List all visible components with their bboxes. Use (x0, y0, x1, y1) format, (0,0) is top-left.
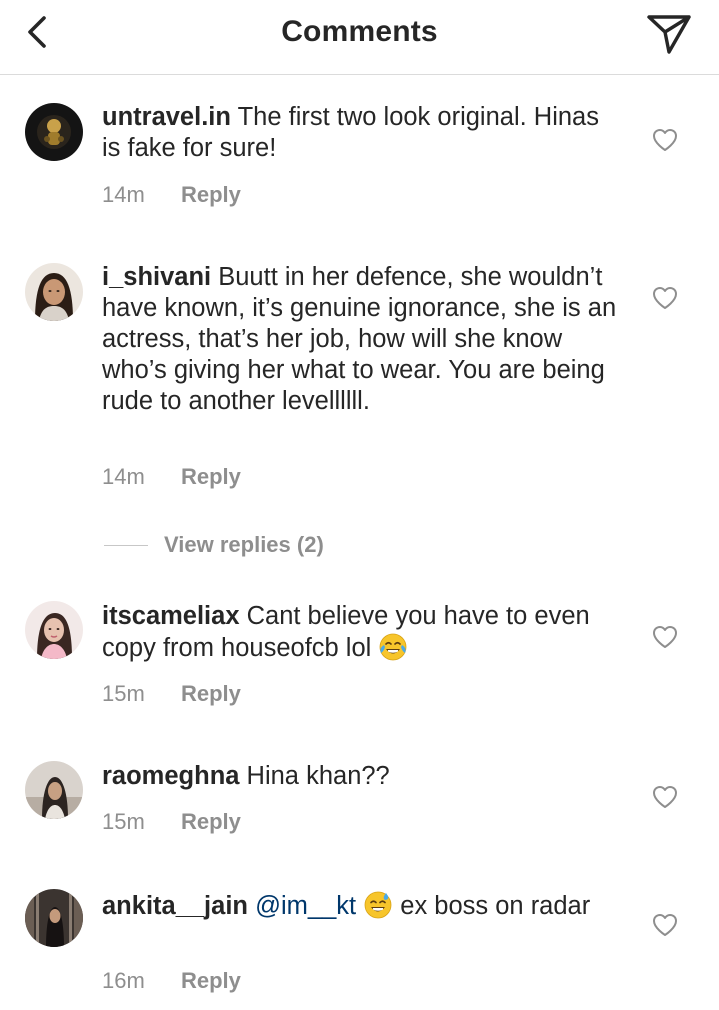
paper-plane-icon (647, 15, 691, 54)
comment-meta: 14m Reply (102, 464, 241, 490)
page-title: Comments (281, 15, 438, 48)
heart-icon (653, 786, 677, 808)
view-replies-label: View replies (2) (164, 532, 324, 557)
heart-icon (653, 287, 677, 309)
header-bar: Comments (0, 0, 719, 75)
comment-username[interactable]: raomeghna (102, 762, 239, 790)
comment-username[interactable]: i_shivani (102, 263, 211, 291)
avatar[interactable] (25, 263, 83, 321)
like-button[interactable] (651, 285, 679, 311)
avatar[interactable] (25, 103, 83, 161)
comment-meta: 14m Reply (102, 182, 241, 208)
comment-time: 16m (102, 968, 145, 993)
face-with-tears-of-joy-icon (380, 633, 407, 661)
reply-button[interactable]: Reply (181, 182, 241, 207)
comment-meta: 15m Reply (102, 809, 241, 835)
comment-time: 15m (102, 809, 145, 834)
comment-time: 14m (102, 464, 145, 489)
comment-text: untravel.in The first two look original.… (102, 102, 622, 164)
comment-text: raomeghna Hina khan?? (102, 761, 622, 792)
heart-icon (653, 914, 677, 936)
heart-icon (653, 129, 677, 151)
reply-button[interactable]: Reply (181, 809, 241, 834)
reply-button[interactable]: Reply (181, 968, 241, 993)
avatar[interactable] (25, 889, 83, 947)
like-button[interactable] (651, 624, 679, 650)
comment-message: ex boss on radar (400, 892, 591, 920)
avatar[interactable] (25, 761, 83, 819)
comment-text: itscameliax Cant believe you have to eve… (102, 601, 622, 664)
like-button[interactable] (651, 912, 679, 938)
comment-username[interactable]: itscameliax (102, 602, 240, 630)
heart-icon (653, 626, 677, 648)
view-replies-divider (104, 545, 148, 546)
comment-username[interactable]: ankita__jain (102, 892, 248, 920)
like-button[interactable] (651, 127, 679, 153)
comment-time: 15m (102, 681, 145, 706)
comment-username[interactable]: untravel.in (102, 103, 231, 131)
comment-text: ankita__jain @im__kt ex boss on radar (102, 890, 622, 922)
grinning-face-with-sweat-icon (364, 891, 392, 919)
like-button[interactable] (651, 784, 679, 810)
comment-mention[interactable]: @im__kt (255, 892, 356, 920)
comment-meta: 16m Reply (102, 968, 241, 994)
share-button[interactable] (645, 12, 693, 56)
comment-message: Hina khan?? (246, 762, 390, 790)
avatar[interactable] (25, 601, 83, 659)
reply-button[interactable]: Reply (181, 464, 241, 489)
reply-button[interactable]: Reply (181, 681, 241, 706)
comment-time: 14m (102, 182, 145, 207)
comment-meta: 15m Reply (102, 681, 241, 707)
comment-text: i_shivani Buutt in her defence, she woul… (102, 262, 622, 417)
